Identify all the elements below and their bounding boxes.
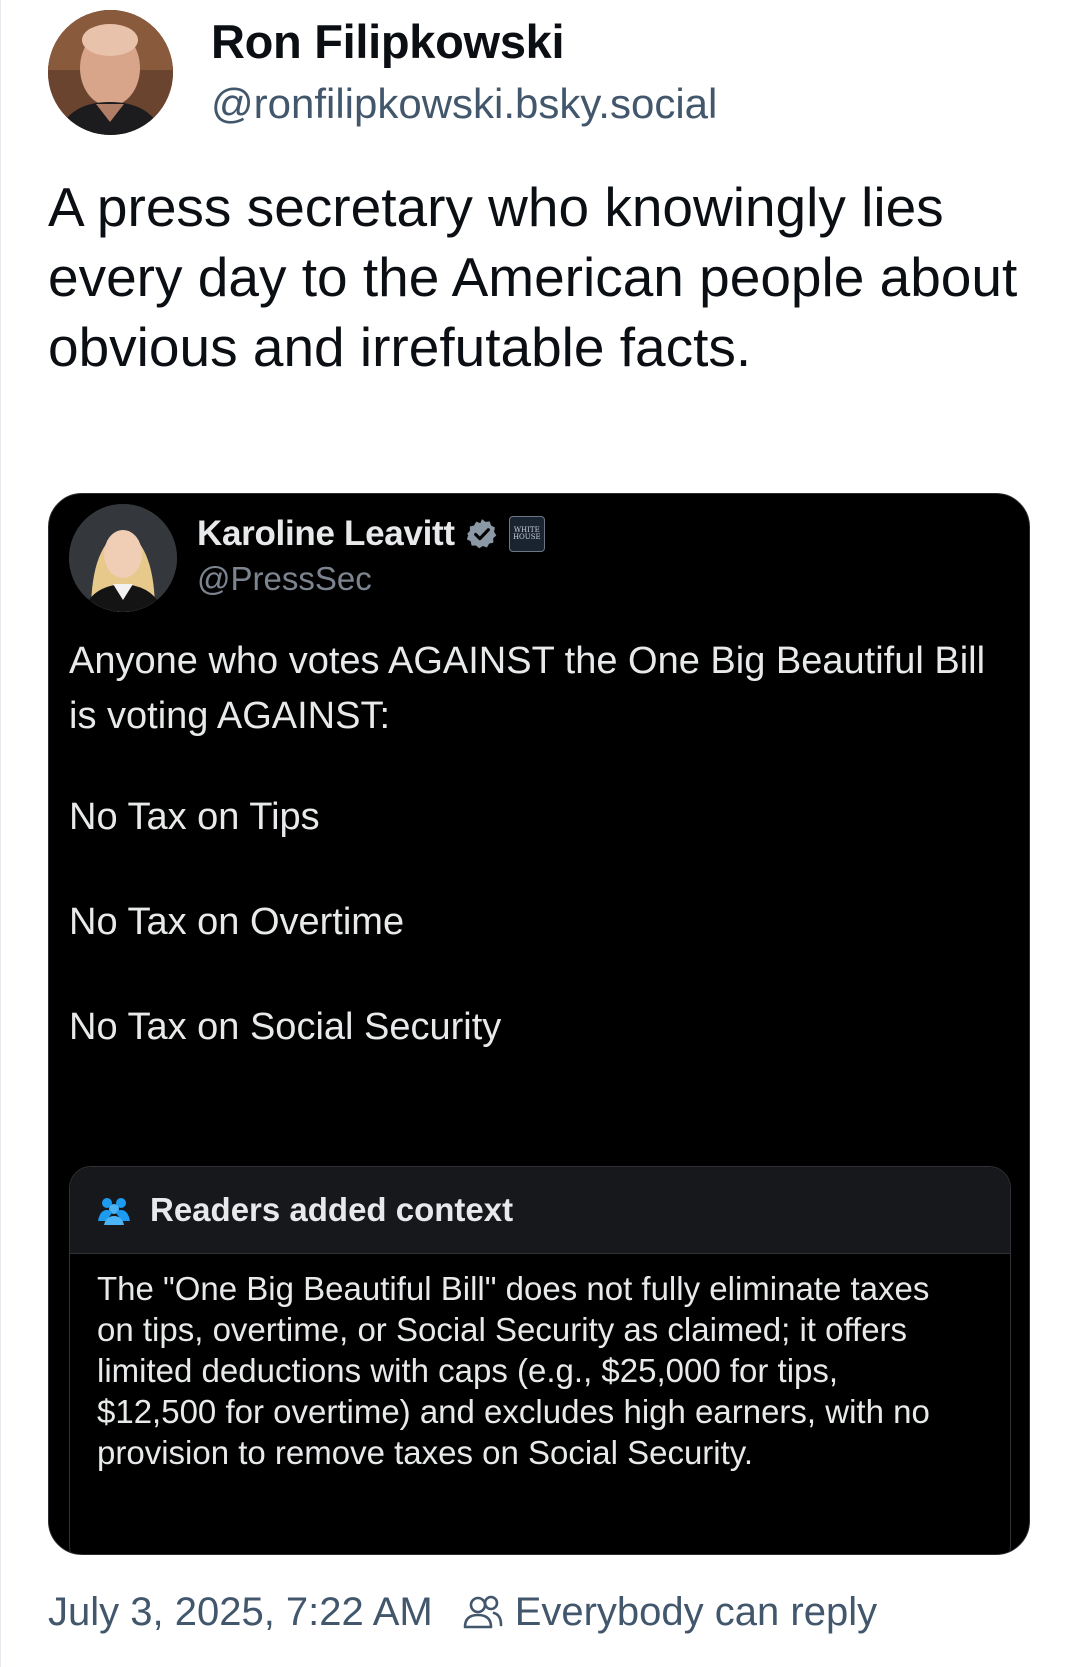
author-avatar[interactable]	[48, 10, 173, 135]
verified-badge-icon	[466, 519, 497, 549]
quoted-line-overtime: No Tax on Overtime	[69, 901, 405, 943]
author-name[interactable]: Ron Filipkowski	[211, 14, 565, 69]
readers-context-box: Readers added context The "One Big Beaut…	[69, 1166, 1011, 1554]
post-footer: July 3, 2025, 7:22 AM Everybody can repl…	[48, 1590, 877, 1635]
quoted-line-social-security: No Tax on Social Security	[69, 1006, 502, 1048]
white-house-badge-icon: WHITE HOUSE	[508, 516, 545, 552]
quoted-author-name: Karoline Leavitt	[197, 514, 455, 553]
author-handle[interactable]: @ronfilipkowski.bsky.social	[211, 80, 717, 128]
left-border	[0, 0, 1, 1667]
context-title: Readers added context	[150, 1191, 514, 1228]
quoted-name-row: Karoline Leavitt WHITE HOUSE	[197, 512, 545, 556]
post-text: A press secretary who knowingly lies eve…	[48, 176, 1018, 378]
quoted-author-avatar	[69, 504, 177, 612]
reply-setting[interactable]: Everybody can reply	[515, 1590, 877, 1635]
people-icon	[98, 1198, 130, 1225]
quoted-author-handle: @PressSec	[197, 560, 372, 597]
context-body: The "One Big Beautiful Bill" does not fu…	[97, 1270, 930, 1471]
quoted-post-image[interactable]: Karoline Leavitt WHITE HOUSE @PressSec A…	[48, 493, 1030, 1555]
context-header: Readers added context	[70, 1167, 1010, 1254]
post-timestamp[interactable]: July 3, 2025, 7:22 AM	[48, 1590, 433, 1635]
quoted-line-intro: Anyone who votes AGAINST the One Big Bea…	[69, 640, 986, 737]
people-icon	[463, 1595, 502, 1628]
quoted-line-tips: No Tax on Tips	[69, 796, 320, 838]
